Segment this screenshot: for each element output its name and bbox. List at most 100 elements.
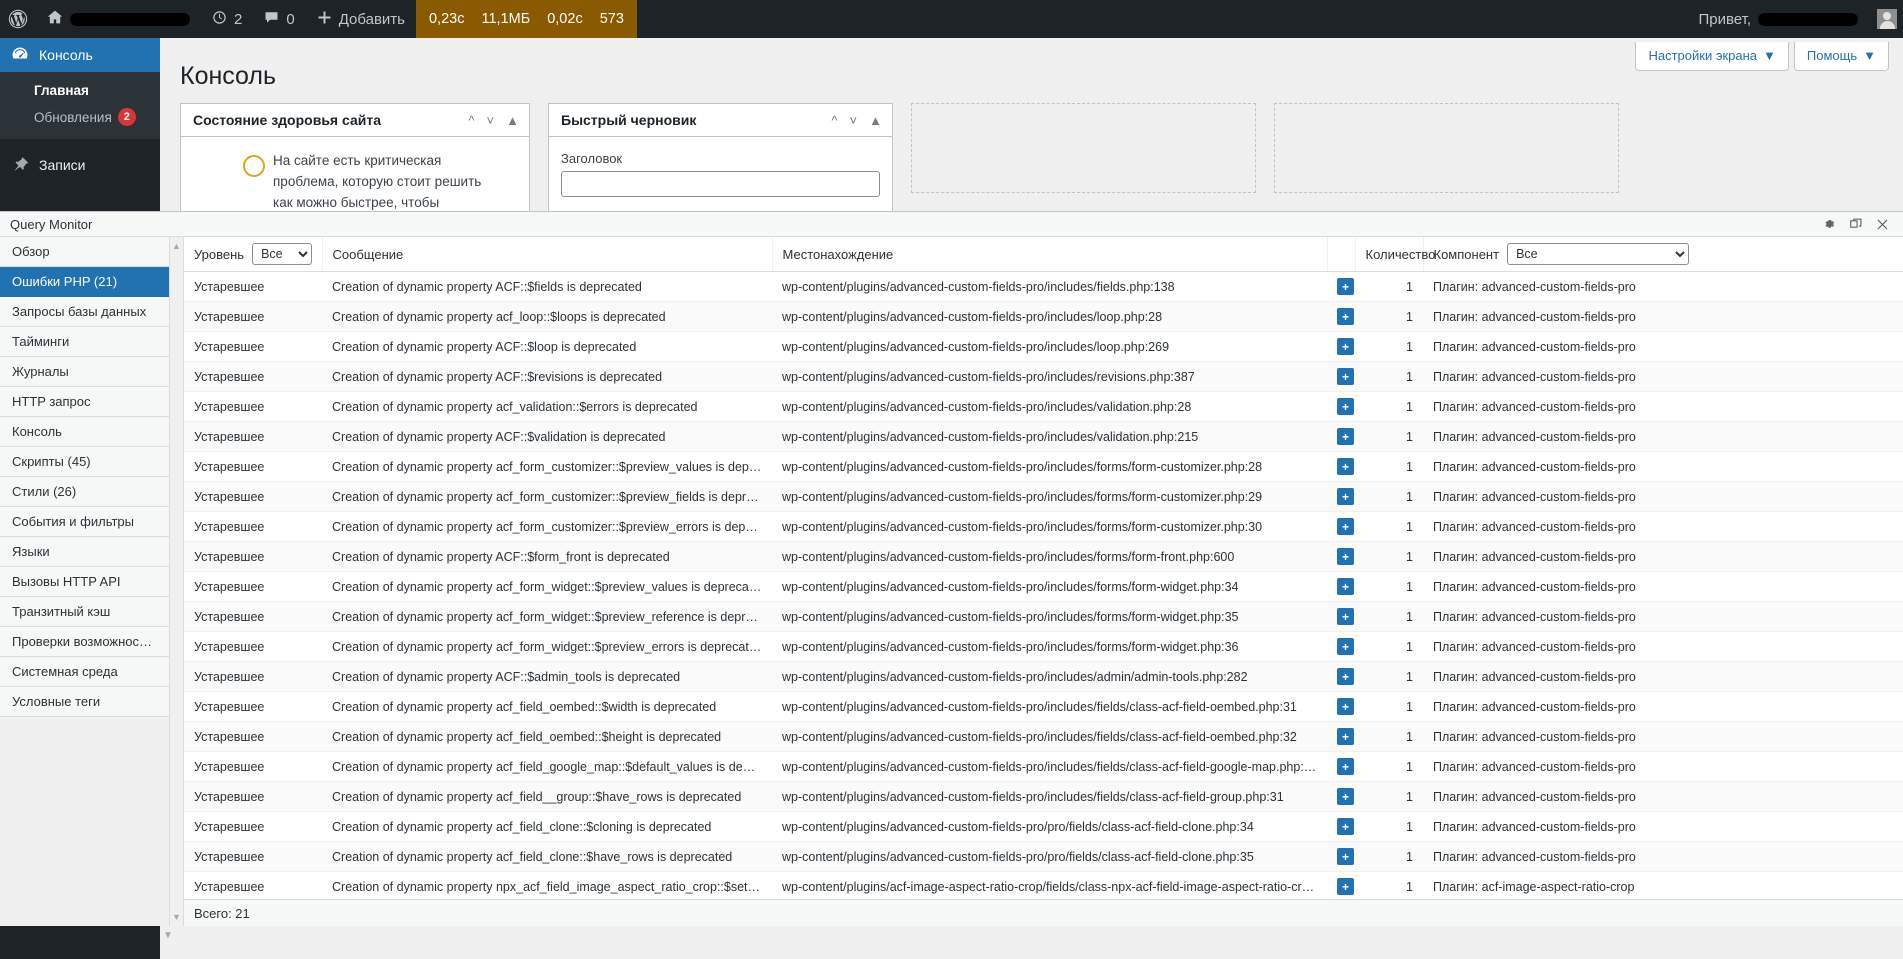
sidebar-item-dashboard[interactable]: Консоль	[0, 38, 168, 72]
expand-toggle-button[interactable]: +	[1337, 788, 1354, 805]
cell-count: 1	[1355, 301, 1423, 332]
table-row: Устаревшее Creation of dynamic property A…	[184, 661, 1903, 692]
qm-nav-item-14[interactable]: Системная среда	[0, 657, 169, 687]
cell-message: Creation of dynamic property ACF::$loop …	[322, 331, 772, 362]
table-row: Устаревшее Creation of dynamic property a…	[184, 841, 1903, 872]
qm-nav-item-3[interactable]: Тайминги	[0, 327, 169, 357]
cell-location: wp-content/plugins/advanced-custom-field…	[772, 751, 1327, 782]
cell-message: Creation of dynamic property acf_validat…	[322, 391, 772, 422]
level-filter-select[interactable]: Все	[252, 243, 312, 265]
qm-nav-item-2[interactable]: Запросы базы данных	[0, 297, 169, 327]
submenu-item-home[interactable]: Главная	[0, 78, 160, 103]
table-row: Устаревшее Creation of dynamic property a…	[184, 751, 1903, 782]
expand-toggle-button[interactable]: +	[1337, 608, 1354, 625]
expand-toggle-button[interactable]: +	[1337, 518, 1354, 535]
expand-toggle-button[interactable]: +	[1337, 428, 1354, 445]
th-count: Количество	[1355, 237, 1435, 272]
expand-toggle-button[interactable]: +	[1337, 638, 1354, 655]
toggle-icon[interactable]: ▲	[869, 114, 882, 127]
site-name-menu[interactable]	[36, 0, 201, 38]
qm-nav-item-6[interactable]: Консоль	[0, 417, 169, 447]
query-monitor-adminbar-button[interactable]: 0,23с 11,1МБ 0,02с 573	[415, 0, 637, 38]
popout-icon[interactable]	[1849, 217, 1863, 231]
my-account-menu[interactable]: Привет,	[1687, 11, 1869, 28]
revisions-menu[interactable]: 2	[201, 0, 253, 38]
toggle-icon[interactable]: ▲	[506, 114, 519, 127]
qm-nav-item-1[interactable]: Ошибки PHP (21)	[0, 267, 169, 297]
cell-component: Плагин: advanced-custom-fields-pro	[1423, 331, 1903, 362]
table-row: Устаревшее Creation of dynamic property a…	[184, 601, 1903, 632]
table-row: Устаревшее Creation of dynamic property a…	[184, 631, 1903, 662]
cell-message: Creation of dynamic property ACF::$field…	[322, 271, 772, 302]
qm-nav-item-9[interactable]: События и фильтры	[0, 507, 169, 537]
scroll-down-icon[interactable]: ▼	[160, 926, 173, 941]
qm-nav-item-15[interactable]: Условные теги	[0, 687, 169, 717]
wp-logo-menu[interactable]	[0, 0, 36, 38]
cell-level: Устаревшее	[184, 601, 322, 632]
qm-nav-item-8[interactable]: Стили (26)	[0, 477, 169, 507]
move-down-icon[interactable]: ˅	[850, 114, 858, 127]
cell-message: Creation of dynamic property ACF::$valid…	[322, 421, 772, 452]
qm-nav-item-10[interactable]: Языки	[0, 537, 169, 567]
expand-toggle-button[interactable]: +	[1337, 398, 1354, 415]
expand-toggle-button[interactable]: +	[1337, 878, 1354, 895]
dashboard-icon	[10, 45, 30, 65]
scroll-up-icon[interactable]: ▲	[172, 241, 181, 251]
expand-toggle-button[interactable]: +	[1337, 548, 1354, 565]
qm-nav-item-7[interactable]: Скрипты (45)	[0, 447, 169, 477]
expand-toggle-button[interactable]: +	[1337, 308, 1354, 325]
screen-options-button[interactable]: Настройки экрана ▼	[1635, 42, 1789, 71]
expand-toggle-button[interactable]: +	[1337, 728, 1354, 745]
expand-toggle-button[interactable]: +	[1337, 758, 1354, 775]
scroll-down-icon[interactable]: ▼	[172, 912, 181, 922]
table-row: Устаревшее Creation of dynamic property a…	[184, 691, 1903, 722]
expand-toggle-button[interactable]: +	[1337, 578, 1354, 595]
draft-title-input[interactable]	[561, 171, 880, 197]
qm-nav-item-13[interactable]: Проверки возможностей	[0, 627, 169, 657]
qm-nav-item-11[interactable]: Вызовы HTTP API	[0, 567, 169, 597]
th-level: Уровень Все	[184, 237, 323, 272]
submenu-item-updates[interactable]: Обновления 2	[0, 103, 160, 131]
comments-menu[interactable]: 0	[253, 0, 305, 38]
expand-toggle-button[interactable]: +	[1337, 368, 1354, 385]
expand-toggle-button[interactable]: +	[1337, 488, 1354, 505]
help-button[interactable]: Помощь ▼	[1793, 42, 1889, 71]
cell-message: Creation of dynamic property acf_field_c…	[322, 811, 772, 842]
expand-toggle-button[interactable]: +	[1337, 338, 1354, 355]
chevron-down-icon: ▼	[1763, 48, 1776, 63]
move-up-icon[interactable]: ^	[831, 114, 837, 127]
qm-vertical-scrollbar[interactable]: ▲ ▼	[170, 237, 184, 926]
cell-level: Устаревшее	[184, 871, 322, 899]
expand-toggle-button[interactable]: +	[1337, 278, 1354, 295]
avatar[interactable]	[1877, 9, 1897, 29]
table-row: Устаревшее Creation of dynamic property a…	[184, 481, 1903, 512]
move-up-icon[interactable]: ^	[468, 114, 474, 127]
expand-toggle-button[interactable]: +	[1337, 848, 1354, 865]
cell-level: Устаревшее	[184, 481, 322, 512]
close-icon[interactable]	[1876, 218, 1889, 231]
qm-nav-item-5[interactable]: HTTP запрос	[0, 387, 169, 417]
table-row: Устаревшее Creation of dynamic property a…	[184, 511, 1903, 542]
greeting-label: Привет,	[1698, 10, 1751, 28]
cell-component: Плагин: advanced-custom-fields-pro	[1423, 271, 1903, 302]
cell-toggle: +	[1327, 601, 1355, 632]
qm-nav-item-12[interactable]: Транзитный кэш	[0, 597, 169, 627]
component-filter-select[interactable]: Все	[1507, 243, 1690, 265]
qm-stat-time: 0,23с	[428, 11, 465, 27]
expand-toggle-button[interactable]: +	[1337, 818, 1354, 835]
cell-component: Плагин: advanced-custom-fields-pro	[1423, 841, 1903, 872]
cell-location: wp-content/plugins/advanced-custom-field…	[772, 271, 1327, 302]
qm-nav-item-4[interactable]: Журналы	[0, 357, 169, 387]
th-component: Компонент Все	[1423, 237, 1903, 272]
expand-toggle-button[interactable]: +	[1337, 458, 1354, 475]
move-down-icon[interactable]: ˅	[487, 114, 495, 127]
new-content-menu[interactable]: Добавить	[306, 0, 416, 38]
cell-location: wp-content/plugins/advanced-custom-field…	[772, 421, 1327, 452]
expand-toggle-button[interactable]: +	[1337, 698, 1354, 715]
sidebar-item-posts[interactable]: Записи	[0, 148, 160, 182]
gear-icon[interactable]	[1822, 217, 1836, 231]
expand-toggle-button[interactable]: +	[1337, 668, 1354, 685]
screen-options-label: Настройки экрана	[1648, 48, 1758, 63]
qm-nav-item-0[interactable]: Обзор	[0, 237, 169, 267]
cell-count: 1	[1355, 571, 1423, 602]
